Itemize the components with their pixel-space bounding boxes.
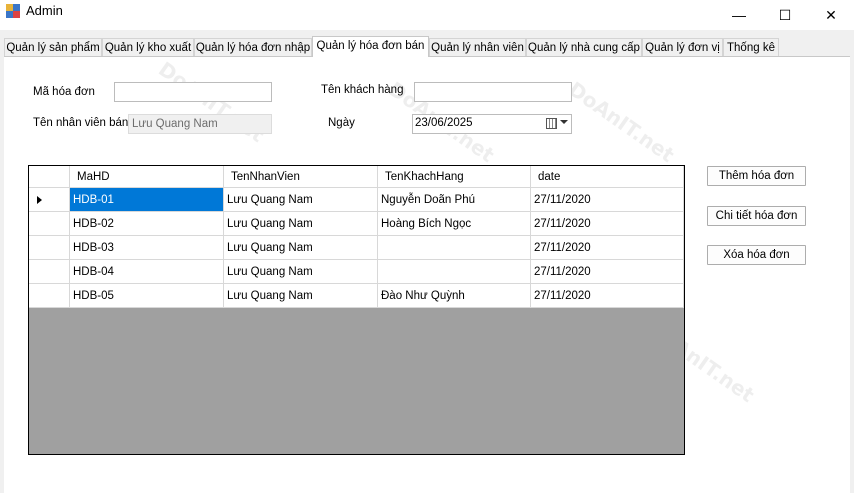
table-cell[interactable]: 27/11/2020 [531,284,684,308]
window-title: Admin [26,3,63,18]
tab-quan-ly-hoa-don-nhap[interactable]: Quản lý hóa đơn nhập [194,38,312,56]
tab-strip: Quản lý sản phẩm Quản lý kho xuất Quản l… [4,36,854,57]
chevron-down-icon[interactable] [560,120,568,124]
table-cell[interactable]: Lưu Quang Nam [224,236,378,260]
tab-quan-ly-hoa-don-ban[interactable]: Quản lý hóa đơn bán [312,36,429,57]
table-cell[interactable] [378,260,531,284]
table-cell[interactable]: Nguyễn Doãn Phú [378,188,531,212]
column-header-tenkhachhang[interactable]: TenKhachHang [378,166,531,188]
table-cell[interactable]: 27/11/2020 [531,260,684,284]
grid-corner-cell[interactable] [29,166,70,188]
table-cell[interactable]: Lưu Quang Nam [224,260,378,284]
close-button[interactable]: ✕ [808,0,854,30]
tab-quan-ly-kho-xuat[interactable]: Quản lý kho xuất [102,38,194,56]
table-cell[interactable]: Lưu Quang Nam [224,212,378,236]
tab-quan-ly-don-vi[interactable]: Quản lý đơn vị [642,38,723,56]
maximize-button[interactable]: ☐ [762,0,808,30]
table-cell[interactable]: HDB-05 [70,284,224,308]
table-cell[interactable]: 27/11/2020 [531,188,684,212]
row-header[interactable] [29,260,70,284]
app-icon [6,4,20,18]
title-bar: Admin — ☐ ✕ [0,0,854,30]
ten-khach-hang-label: Tên khách hàng [321,84,404,96]
table-cell[interactable]: 27/11/2020 [531,212,684,236]
tab-quan-ly-san-pham[interactable]: Quản lý sản phẩm [4,38,102,56]
current-row-arrow-icon [37,196,42,204]
row-header[interactable] [29,236,70,260]
table-cell[interactable]: HDB-02 [70,212,224,236]
column-header-date[interactable]: date [531,166,684,188]
table-cell[interactable]: HDB-03 [70,236,224,260]
row-header[interactable] [29,212,70,236]
table-cell[interactable]: HDB-04 [70,260,224,284]
table-cell[interactable] [378,236,531,260]
table-cell[interactable]: HDB-01 [70,188,224,212]
calendar-icon[interactable] [546,118,557,129]
table-cell[interactable]: Hoàng Bích Ngọc [378,212,531,236]
chi-tiet-hoa-don-button[interactable]: Chi tiết hóa đơn [707,206,806,226]
table-cell[interactable]: Lưu Quang Nam [224,284,378,308]
row-header[interactable] [29,284,70,308]
them-hoa-don-button[interactable]: Thêm hóa đơn [707,166,806,186]
column-header-tennhanvien[interactable]: TenNhanVien [224,166,378,188]
column-header-mahd[interactable]: MaHD [70,166,224,188]
xoa-hoa-don-button[interactable]: Xóa hóa đơn [707,245,806,265]
ma-hoa-don-label: Mã hóa đơn [33,86,95,98]
ngay-value: 23/06/2025 [415,117,473,129]
tab-quan-ly-nhan-vien[interactable]: Quản lý nhân viên [429,38,526,56]
table-cell[interactable]: Lưu Quang Nam [224,188,378,212]
tab-thong-ke[interactable]: Thống kê [723,38,779,56]
ten-khach-hang-input[interactable] [414,82,572,102]
grid-header-row: MaHD TenNhanVien TenKhachHang date [29,166,684,188]
ngay-date-picker[interactable]: 23/06/2025 [412,114,572,134]
hoa-don-grid[interactable]: MaHD TenNhanVien TenKhachHang date HDB-0… [28,165,685,455]
ma-hoa-don-input[interactable] [114,82,272,102]
row-header[interactable] [29,188,70,212]
table-cell[interactable]: Đào Như Quỳnh [378,284,531,308]
table-cell[interactable]: 27/11/2020 [531,236,684,260]
ten-nhan-vien-input[interactable]: Lưu Quang Nam [128,114,272,134]
tab-quan-ly-nha-cung-cap[interactable]: Quản lý nhà cung cấp [526,38,642,56]
ngay-label: Ngày [328,117,355,129]
minimize-button[interactable]: — [716,0,762,30]
ten-nhan-vien-label: Tên nhân viên bán [33,117,129,129]
